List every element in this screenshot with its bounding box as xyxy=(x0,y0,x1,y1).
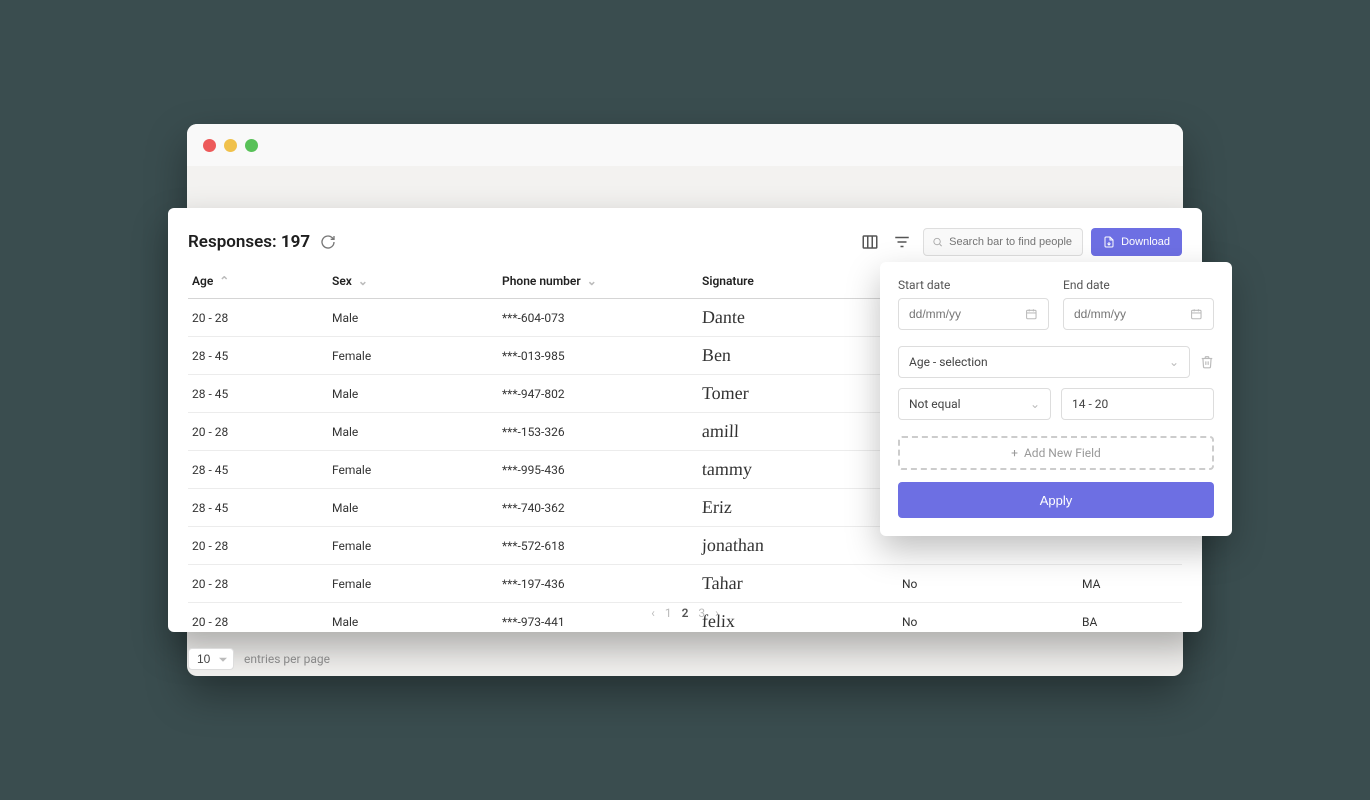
cell-sex: Female xyxy=(328,527,498,565)
filter-value-input[interactable]: 14 - 20 xyxy=(1061,388,1214,420)
cell-phone: ***-995-436 xyxy=(498,451,698,489)
col-age-header[interactable]: Age⌃ xyxy=(188,266,328,299)
page-3[interactable]: 3 xyxy=(698,606,705,620)
entries-per-page-select[interactable]: 10 xyxy=(188,648,234,670)
cell-age: 20 - 28 xyxy=(188,603,328,641)
cell-age: 20 - 28 xyxy=(188,299,328,337)
maximize-window-icon[interactable] xyxy=(245,139,258,152)
calendar-icon xyxy=(1025,307,1038,321)
page-prev[interactable]: ‹ xyxy=(651,606,655,620)
table-row[interactable]: 20 - 28Female***-197-436TaharNoMA xyxy=(188,565,1182,603)
filter-button[interactable] xyxy=(889,229,915,255)
cell-age: 20 - 28 xyxy=(188,565,328,603)
col-phone-header[interactable]: Phone number⌄ xyxy=(498,266,698,299)
add-filter-field-button[interactable]: + Add New Field xyxy=(898,436,1214,470)
start-date-field[interactable] xyxy=(909,307,1025,321)
add-field-label: Add New Field xyxy=(1024,446,1101,460)
close-window-icon[interactable] xyxy=(203,139,216,152)
cell-age: 20 - 28 xyxy=(188,413,328,451)
cell-age: 28 - 45 xyxy=(188,489,328,527)
responses-count: 197 xyxy=(281,232,310,252)
col-sex-header[interactable]: Sex⌄ xyxy=(328,266,498,299)
cell-extra2: BA xyxy=(1078,603,1182,641)
cell-signature: amill xyxy=(698,413,898,451)
cell-sex: Female xyxy=(328,451,498,489)
filter-field-select[interactable]: Age - selection ⌄ xyxy=(898,346,1190,378)
calendar-icon xyxy=(1190,307,1203,321)
cell-sex: Female xyxy=(328,565,498,603)
download-button[interactable]: Download xyxy=(1091,228,1182,256)
start-date-input[interactable] xyxy=(898,298,1049,330)
cell-extra2: MA xyxy=(1078,565,1182,603)
cell-sex: Male xyxy=(328,299,498,337)
columns-button[interactable] xyxy=(857,229,883,255)
page-next[interactable]: › xyxy=(715,606,719,620)
sort-icon: ⌄ xyxy=(358,274,368,288)
cell-age: 28 - 45 xyxy=(188,375,328,413)
perpage-select[interactable]: 10 xyxy=(188,648,234,670)
cell-phone: ***-604-073 xyxy=(498,299,698,337)
responses-label: Responses: xyxy=(188,232,277,252)
table-footer: 10 entries per page xyxy=(168,640,1202,670)
delete-filter-button[interactable] xyxy=(1200,355,1214,369)
cell-signature: Tomer xyxy=(698,375,898,413)
cell-age: 20 - 28 xyxy=(188,527,328,565)
refresh-icon[interactable] xyxy=(320,234,336,250)
cell-sex: Male xyxy=(328,489,498,527)
cell-age: 28 - 45 xyxy=(188,451,328,489)
end-date-input[interactable] xyxy=(1063,298,1214,330)
end-date-field[interactable] xyxy=(1074,307,1190,321)
download-label: Download xyxy=(1121,236,1170,248)
cell-phone: ***-740-362 xyxy=(498,489,698,527)
download-icon xyxy=(1103,236,1115,248)
cell-sex: Male xyxy=(328,375,498,413)
minimize-window-icon[interactable] xyxy=(224,139,237,152)
per-page-label: entries per page xyxy=(244,652,330,666)
filter-operator-select[interactable]: Not equal ⌄ xyxy=(898,388,1051,420)
cell-sex: Male xyxy=(328,413,498,451)
sort-asc-icon: ⌃ xyxy=(219,274,229,288)
filter-value: 14 - 20 xyxy=(1072,397,1108,411)
cell-phone: ***-197-436 xyxy=(498,565,698,603)
cell-sex: Female xyxy=(328,337,498,375)
pagination: ‹ 1 2 3 › xyxy=(651,606,719,620)
cell-phone: ***-947-802 xyxy=(498,375,698,413)
cell-signature: Eriz xyxy=(698,489,898,527)
page-2[interactable]: 2 xyxy=(682,606,689,620)
col-signature-header[interactable]: Signature⌄ xyxy=(698,266,898,299)
filter-operator-value: Not equal xyxy=(909,397,961,411)
cell-phone: ***-013-985 xyxy=(498,337,698,375)
search-icon xyxy=(932,236,943,248)
cell-extra1: No xyxy=(898,603,1078,641)
cell-phone: ***-153-326 xyxy=(498,413,698,451)
traffic-lights xyxy=(203,139,258,152)
search-input[interactable] xyxy=(943,236,1074,248)
cell-signature: felix xyxy=(698,603,898,641)
cell-phone: ***-572-618 xyxy=(498,527,698,565)
apply-filter-button[interactable]: Apply xyxy=(898,482,1214,518)
cell-signature: Tahar xyxy=(698,565,898,603)
sort-icon: ⌄ xyxy=(587,274,597,288)
filter-field-value: Age - selection xyxy=(909,355,988,369)
chevron-down-icon: ⌄ xyxy=(1030,397,1040,411)
cell-extra1: No xyxy=(898,565,1078,603)
filter-popover: Start date End date Age - selection ⌄ No… xyxy=(880,262,1232,536)
cell-signature: jonathan xyxy=(698,527,898,565)
panel-header: Responses: 197 Download xyxy=(168,228,1202,266)
plus-icon: + xyxy=(1011,446,1018,460)
search-input-wrap[interactable] xyxy=(923,228,1083,256)
end-date-label: End date xyxy=(1063,278,1214,292)
window-titlebar xyxy=(187,124,1183,166)
chevron-down-icon: ⌄ xyxy=(1169,355,1179,369)
cell-signature: Ben xyxy=(698,337,898,375)
cell-sex: Male xyxy=(328,603,498,641)
cell-signature: Dante xyxy=(698,299,898,337)
cell-age: 28 - 45 xyxy=(188,337,328,375)
page-1[interactable]: 1 xyxy=(665,606,672,620)
start-date-label: Start date xyxy=(898,278,1049,292)
cell-signature: tammy xyxy=(698,451,898,489)
apply-label: Apply xyxy=(1040,493,1073,508)
responses-title: Responses: 197 xyxy=(188,232,310,252)
